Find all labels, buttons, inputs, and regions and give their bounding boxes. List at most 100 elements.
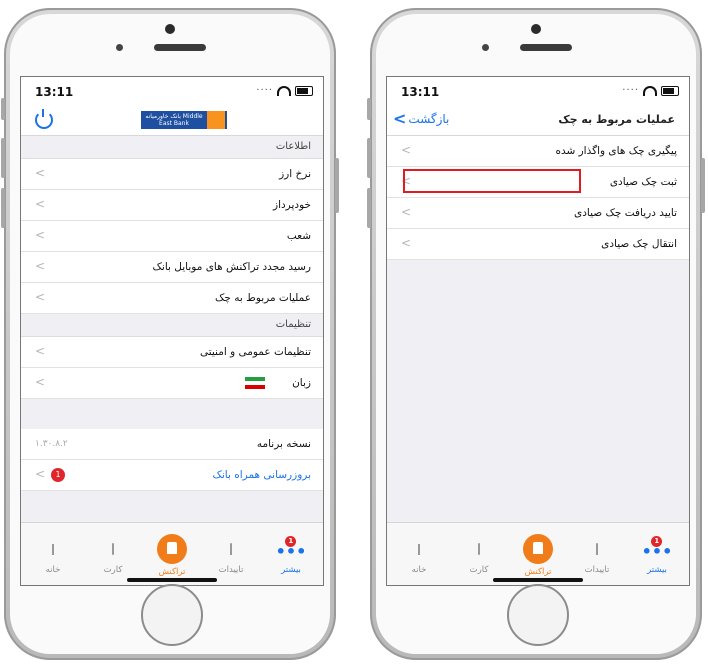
card-icon [112, 543, 114, 555]
section-header-settings: تنظیمات [21, 314, 323, 337]
volume-down-button [367, 188, 371, 228]
list-item-label: انتقال چک صیادی [601, 238, 677, 250]
list-item-label: ثبت چک صیادی [609, 176, 677, 188]
list-item-label: نرخ ارز [279, 168, 311, 180]
transaction-icon [157, 534, 187, 564]
card-icon [478, 543, 480, 555]
home-indicator [127, 578, 217, 582]
wifi-icon [277, 85, 291, 96]
list-item-label: خودپرداز [273, 199, 311, 211]
back-label: بازگشت [408, 112, 450, 126]
sensor-dot [482, 44, 489, 51]
left-screen: 13:11 ···· بانک خاورمیانه Middle East Ba… [20, 76, 324, 586]
list-item-label: شعب [286, 230, 311, 242]
chevron-left-icon: < [393, 109, 407, 128]
tab-more[interactable]: ••• 1 بیشتر [629, 536, 685, 575]
chevron-left-icon: < [35, 375, 46, 389]
bank-logo: بانک خاورمیانه Middle East Bank [141, 111, 227, 129]
signal-icon: ···· [256, 85, 273, 96]
volume-up-button [367, 138, 371, 178]
tab-home[interactable]: خانه [391, 544, 447, 575]
tab-label: خانه [411, 565, 427, 575]
tab-label: کارت [469, 565, 489, 575]
chevron-left-icon: < [35, 290, 46, 304]
list-item-transfer-sayad-check[interactable]: انتقال چک صیادی < [387, 229, 689, 260]
battery-icon [661, 85, 679, 96]
list-item-label: عملیات مربوط به چک [215, 292, 311, 304]
tab-label: خانه [45, 565, 61, 575]
wifi-icon [643, 85, 657, 96]
chevron-left-icon: < [35, 259, 46, 273]
power-side-button [335, 158, 339, 213]
status-bar: 13:11 ···· [21, 77, 323, 105]
status-time: 13:11 [35, 85, 74, 99]
more-badge: 1 [651, 536, 663, 547]
bell-icon [596, 543, 598, 555]
status-bar: 13:11 ···· [387, 77, 689, 105]
tab-label: تاییدات [218, 565, 244, 575]
chevron-left-icon: < [35, 228, 46, 242]
nav-bar: < بازگشت عملیات مربوط به چک [387, 105, 689, 136]
chevron-left-icon: < [35, 467, 46, 481]
home-button[interactable] [507, 584, 569, 646]
section-spacer [21, 399, 323, 429]
list-item-receipts[interactable]: رسید مجدد تراکنش های موبایل بانک < [21, 252, 323, 283]
chevron-left-icon: < [35, 197, 46, 211]
more-dots-icon: ••• 1 [641, 536, 673, 561]
iran-flag-icon [245, 377, 265, 389]
tab-label: بیشتر [281, 565, 301, 575]
tab-approvals[interactable]: تاییدات [569, 543, 625, 575]
list-item-label: رسید مجدد تراکنش های موبایل بانک [152, 261, 311, 273]
tab-bar: خانه کارت تراکنش تاییدات ••• 1 بیشتر [21, 522, 323, 585]
earpiece-speaker [154, 44, 206, 51]
tab-approvals[interactable]: تاییدات [203, 543, 259, 575]
status-time: 13:11 [401, 85, 440, 99]
tab-label: بیشتر [647, 565, 667, 575]
update-app-row[interactable]: بروزرسانی همراه بانک 1 < [21, 460, 323, 491]
home-indicator [493, 578, 583, 582]
front-camera [165, 24, 175, 34]
home-button[interactable] [141, 584, 203, 646]
list-item-track-checks[interactable]: پیگیری چک های واگذار شده < [387, 136, 689, 167]
nav-bar: بانک خاورمیانه Middle East Bank [21, 105, 323, 136]
version-value: ۱.۳۰.۸.۲ [35, 439, 68, 449]
list-item-exchange-rate[interactable]: نرخ ارز < [21, 159, 323, 190]
update-badge: 1 [51, 468, 65, 482]
list-item-label: زبان [292, 377, 311, 389]
bank-logo-text: بانک خاورمیانه Middle East Bank [145, 113, 203, 127]
list-item-check-operations[interactable]: عملیات مربوط به چک < [21, 283, 323, 314]
list-item-label: تنظیمات عمومی و امنیتی [199, 346, 311, 358]
home-icon [52, 544, 54, 555]
tab-transaction[interactable]: تراکنش [510, 534, 566, 577]
chevron-left-icon: < [401, 205, 412, 219]
section-header-info: اطلاعات [21, 136, 323, 159]
tab-home[interactable]: خانه [25, 544, 81, 575]
tab-card[interactable]: کارت [85, 543, 141, 575]
version-label: نسخه برنامه [256, 438, 311, 450]
list-item-branches[interactable]: شعب < [21, 221, 323, 252]
tab-more[interactable]: ••• 1 بیشتر [263, 536, 319, 575]
app-version-row: نسخه برنامه ۱.۳۰.۸.۲ [21, 429, 323, 460]
mute-switch [367, 98, 371, 120]
tab-bar: خانه کارت تراکنش تاییدات ••• 1 بیشتر [387, 522, 689, 585]
home-icon [418, 544, 420, 555]
tab-transaction[interactable]: تراکنش [144, 534, 200, 577]
bank-logo-mark-icon [207, 111, 225, 129]
list-item-atm[interactable]: خودپرداز < [21, 190, 323, 221]
chevron-left-icon: < [401, 143, 412, 157]
list-item-label: تایید دریافت چک صیادی [573, 207, 677, 219]
right-phone: 13:11 ···· < بازگشت عملیات مربوط به چک پ… [367, 8, 705, 660]
right-screen: 13:11 ···· < بازگشت عملیات مربوط به چک پ… [386, 76, 690, 586]
list-item-register-sayad-check[interactable]: ثبت چک صیادی < [387, 167, 689, 198]
front-camera [531, 24, 541, 34]
list-item-general-security[interactable]: تنظیمات عمومی و امنیتی < [21, 337, 323, 368]
more-dots-icon: ••• 1 [275, 536, 307, 561]
list-item-confirm-sayad-check[interactable]: تایید دریافت چک صیادی < [387, 198, 689, 229]
back-button[interactable]: < بازگشت [393, 109, 450, 128]
highlight-box [403, 169, 581, 193]
logout-power-icon[interactable] [35, 109, 53, 129]
list-item-label: پیگیری چک های واگذار شده [555, 145, 677, 157]
tab-card[interactable]: کارت [451, 543, 507, 575]
volume-down-button [1, 188, 5, 228]
list-item-language[interactable]: زبان < [21, 368, 323, 399]
